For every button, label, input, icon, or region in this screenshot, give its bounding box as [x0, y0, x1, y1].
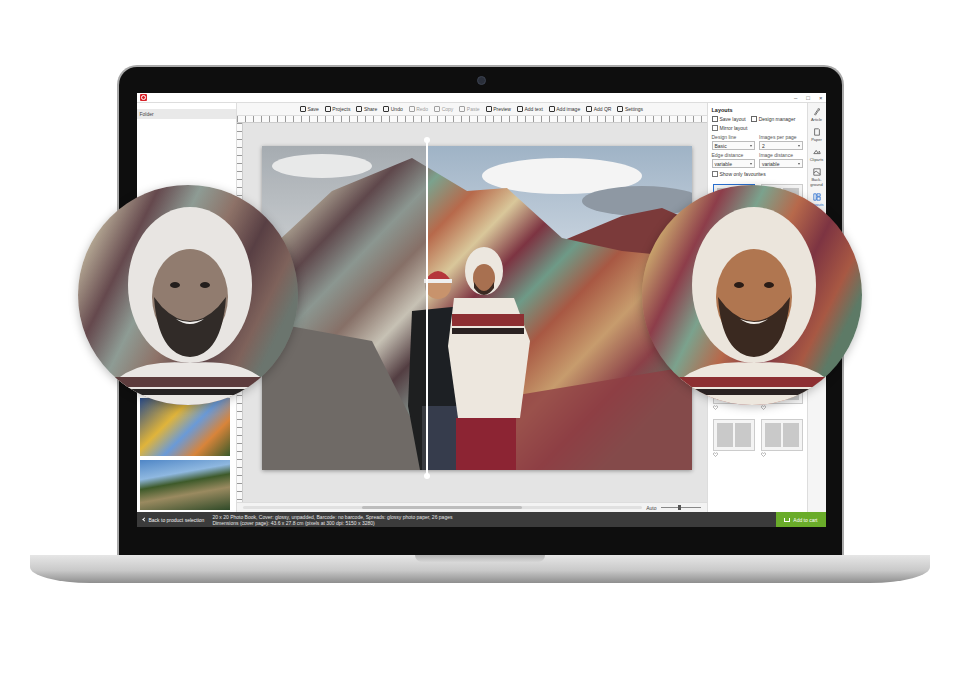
tool-icon	[486, 106, 492, 112]
layout-field: Edge distance variable	[712, 152, 756, 168]
layout-thumbnail[interactable]	[713, 419, 755, 457]
editor: Save Projects Share Undo Redo Copy Paste Previe…	[237, 103, 707, 512]
camera-icon	[477, 76, 486, 85]
cart-icon	[784, 518, 790, 522]
zoomed-face	[642, 185, 862, 405]
canvas	[243, 123, 707, 502]
toolbar-button[interactable]: Add QR	[586, 106, 611, 112]
window-controls: – □ ×	[794, 95, 822, 101]
comparison-slider[interactable]	[426, 139, 428, 477]
logo-icon	[140, 94, 147, 101]
canvas-bottom-bar: Auto	[237, 502, 707, 512]
mirror-checkbox[interactable]: Mirror layout	[712, 125, 803, 131]
tool-icon	[300, 106, 306, 112]
toolbar: Save Projects Share Undo Redo Copy Paste Previe…	[237, 103, 707, 116]
tool-icon	[617, 106, 623, 112]
tool-icon	[409, 106, 415, 112]
dropdown[interactable]: variable	[759, 159, 803, 168]
heart-icon[interactable]	[713, 405, 718, 410]
tool-icon	[813, 128, 821, 136]
toolbar-button[interactable]: Paste	[459, 106, 479, 112]
action-icon	[751, 116, 757, 122]
caret-icon	[750, 163, 752, 165]
tool-icon	[517, 106, 523, 112]
status-text: 20 x 20 Photo Book, Cover: glossy, unpad…	[212, 514, 768, 526]
slider-knob[interactable]	[424, 473, 430, 479]
title-bar: – □ ×	[137, 93, 826, 103]
toolbar-button[interactable]: Copy	[434, 106, 453, 112]
zoom-mode[interactable]: Auto	[646, 505, 656, 511]
heart-icon[interactable]	[713, 452, 718, 457]
tool-icon	[813, 193, 821, 201]
panel-action[interactable]: Save layout	[712, 116, 746, 122]
caret-icon	[798, 163, 800, 165]
heart-icon[interactable]	[761, 452, 766, 457]
toolbar-button[interactable]: Projects	[325, 106, 351, 112]
checkbox-icon	[712, 125, 718, 131]
layout-field: Design line Basic	[712, 134, 756, 150]
sidebar-tool[interactable]: Back-ground	[808, 168, 826, 187]
checkbox-icon	[712, 171, 718, 177]
tool-icon	[325, 106, 331, 112]
dropdown[interactable]: Basic	[712, 141, 756, 150]
tool-icon	[356, 106, 362, 112]
folder-photo[interactable]	[140, 398, 230, 456]
zoomed-face	[78, 185, 298, 405]
sidebar-tool[interactable]: Cliparts	[808, 148, 826, 162]
back-icon	[142, 517, 146, 521]
laptop-base	[30, 555, 930, 583]
zoom-lens-before	[78, 185, 298, 405]
toolbar-button[interactable]: Preview	[486, 106, 511, 112]
tool-icon	[383, 106, 389, 112]
toolbar-button[interactable]: Redo	[409, 106, 428, 112]
toolbar-button[interactable]: Share	[356, 106, 377, 112]
dropdown[interactable]: variable	[712, 159, 756, 168]
caret-icon	[750, 145, 752, 147]
window-control-button[interactable]: –	[794, 95, 797, 101]
back-button[interactable]: Back to product selection	[143, 517, 205, 523]
toolbar-button[interactable]: Add text	[517, 106, 543, 112]
tool-icon	[813, 168, 821, 176]
slider-knob[interactable]	[424, 137, 430, 143]
tool-icon	[586, 106, 592, 112]
tool-icon	[459, 106, 465, 112]
page: – □ × Folder Save Projects Share Undo Redo Copy…	[0, 0, 960, 673]
layout-field: Images per page 2	[759, 134, 803, 150]
sidebar-tool[interactable]: Paper	[808, 128, 826, 142]
tool-icon	[813, 108, 821, 116]
tool-icon	[434, 106, 440, 112]
toolbar-button[interactable]: Undo	[383, 106, 402, 112]
panel-action[interactable]: Design manager	[751, 116, 796, 122]
toolbar-button[interactable]: Add image	[549, 106, 580, 112]
dropdown[interactable]: 2	[759, 141, 803, 150]
heart-icon[interactable]	[761, 405, 766, 410]
folder-photo[interactable]	[140, 460, 230, 510]
horizontal-ruler	[237, 116, 707, 123]
folder-header: Folder	[137, 109, 236, 119]
layout-field: Image distance variable	[759, 152, 803, 168]
caret-icon	[798, 145, 800, 147]
window-control-button[interactable]: □	[806, 95, 810, 101]
horizontal-scrollbar[interactable]	[243, 506, 643, 509]
footer-bar: Back to product selection 20 x 20 Photo …	[137, 512, 826, 527]
window-control-button[interactable]: ×	[819, 95, 823, 101]
tool-icon	[549, 106, 555, 112]
layout-thumbnail[interactable]	[761, 419, 803, 457]
zoom-slider[interactable]	[661, 507, 701, 508]
toolbar-button[interactable]: Save	[300, 106, 319, 112]
favourites-checkbox[interactable]: Show only favourites	[712, 171, 803, 177]
action-icon	[712, 116, 718, 122]
sidebar-tool[interactable]: Article	[808, 108, 826, 122]
zoom-knob[interactable]	[678, 505, 681, 510]
tool-icon	[813, 148, 821, 156]
add-to-cart-button[interactable]: Add to cart	[776, 512, 825, 527]
photo[interactable]	[262, 146, 692, 470]
panel-title: Layouts	[712, 107, 803, 113]
toolbar-button[interactable]: Settings	[617, 106, 643, 112]
zoom-lens-after	[642, 185, 862, 405]
